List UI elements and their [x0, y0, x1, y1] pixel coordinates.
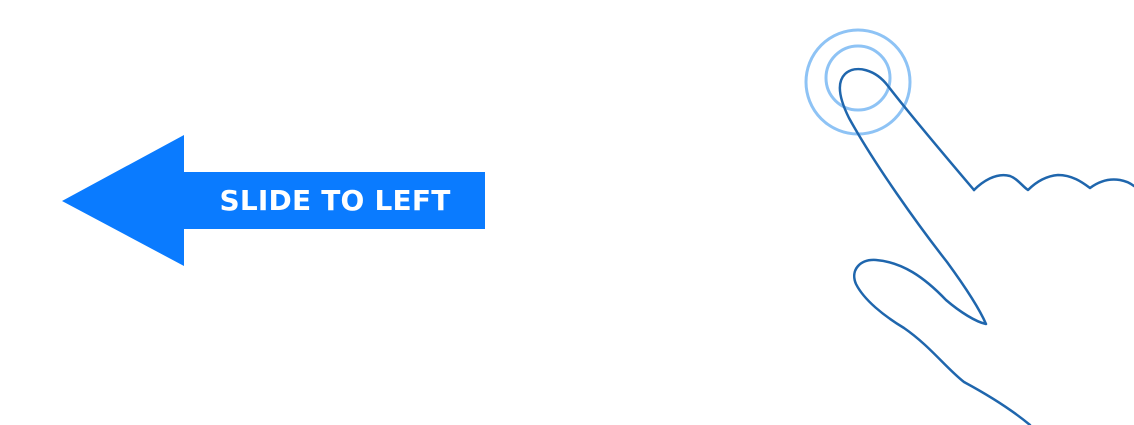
- index-finger: [838, 67, 1032, 425]
- pointing-hand-icon: [804, 28, 1134, 425]
- slide-instruction-label: SLIDE TO LEFT: [219, 184, 451, 217]
- tap-ripple-icon: [804, 28, 912, 136]
- hand-outline: [838, 67, 1134, 425]
- knuckles: [972, 173, 1134, 192]
